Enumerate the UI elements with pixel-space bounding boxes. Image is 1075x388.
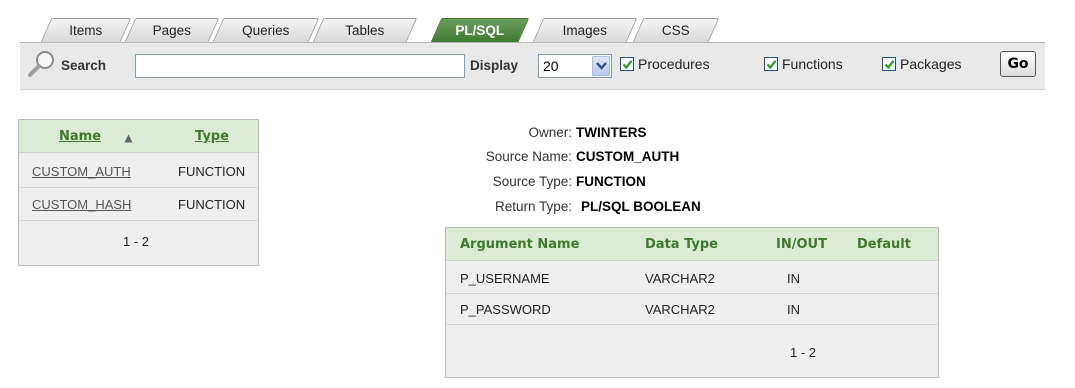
tab-items[interactable]: Items	[40, 18, 132, 42]
data-type-column-header: Data Type	[645, 237, 718, 252]
default-column-header: Default	[857, 237, 911, 252]
return-type-label: Return Type:	[494, 199, 572, 214]
tab-queries[interactable]: Queries	[212, 18, 320, 42]
object-type-cell: FUNCTION	[178, 164, 246, 179]
display-label: Display	[470, 58, 519, 73]
owner-label: Owner:	[528, 125, 572, 140]
owner-value: TWINTERS	[576, 125, 647, 140]
table-row: P_PASSWORD VARCHAR2 IN	[446, 295, 938, 325]
tab-pages-label: Pages	[152, 23, 191, 38]
type-column-header[interactable]: Type	[195, 129, 229, 144]
return-type-value: PL/SQL BOOLEAN	[581, 199, 701, 214]
arguments-pagination: 1 - 2	[790, 345, 817, 360]
source-type-value: FUNCTION	[576, 174, 646, 189]
display-select[interactable]: 20	[538, 54, 612, 78]
procedures-label: Procedures	[638, 56, 710, 72]
data-type-cell: VARCHAR2	[645, 302, 715, 317]
display-select-value: 20	[543, 58, 559, 74]
tab-tables-label: Tables	[345, 23, 385, 38]
checkmark-icon[interactable]	[764, 57, 778, 71]
argument-name-cell: P_USERNAME	[460, 271, 550, 286]
search-bar: Search Display 20 Procedures Functions P…	[20, 42, 1045, 90]
chevron-down-icon[interactable]	[592, 56, 610, 76]
name-column-header[interactable]: Name	[59, 129, 101, 144]
search-label: Search	[61, 58, 107, 73]
data-type-cell: VARCHAR2	[645, 271, 715, 286]
tab-pages[interactable]: Pages	[124, 18, 220, 42]
checkmark-icon[interactable]	[882, 57, 896, 71]
tab-plsql-label: PL/SQL	[455, 23, 505, 38]
in-out-column-header: IN/OUT	[776, 237, 827, 252]
object-type-cell: FUNCTION	[178, 197, 246, 212]
checkmark-icon[interactable]	[620, 57, 634, 71]
object-name-link[interactable]: CUSTOM_HASH	[32, 197, 131, 212]
arguments-report-header: Argument Name Data Type IN/OUT Default	[446, 228, 938, 261]
object-name-link[interactable]: CUSTOM_AUTH	[32, 164, 131, 179]
table-row: P_USERNAME VARCHAR2 IN	[446, 264, 938, 294]
in-out-cell: IN	[787, 271, 800, 286]
sort-ascending-icon	[124, 131, 133, 146]
tab-css-label: CSS	[661, 23, 690, 38]
tab-items-label: Items	[69, 23, 103, 38]
source-type-label: Source Type:	[492, 174, 572, 189]
tab-tables[interactable]: Tables	[312, 18, 418, 42]
arguments-report: Argument Name Data Type IN/OUT Default P…	[445, 227, 939, 378]
argument-name-column-header: Argument Name	[460, 237, 580, 252]
argument-name-cell: P_PASSWORD	[460, 302, 551, 317]
source-name-value: CUSTOM_AUTH	[576, 149, 680, 164]
source-name-label: Source Name:	[485, 149, 572, 164]
tab-css[interactable]: CSS	[632, 18, 720, 42]
search-input[interactable]	[135, 54, 465, 78]
objects-report: Name Type CUSTOM_AUTH FUNCTION CUSTOM_HA…	[18, 119, 259, 266]
table-row: CUSTOM_AUTH FUNCTION	[19, 156, 258, 188]
functions-label: Functions	[782, 56, 843, 72]
objects-report-header: Name Type	[19, 120, 258, 153]
tab-plsql[interactable]: PL/SQL	[430, 18, 530, 42]
tab-queries-label: Queries	[242, 23, 290, 38]
in-out-cell: IN	[787, 302, 800, 317]
search-icon	[26, 49, 58, 79]
tab-images[interactable]: Images	[532, 18, 638, 42]
objects-pagination: 1 - 2	[123, 234, 150, 249]
tab-images-label: Images	[562, 23, 607, 38]
table-row: CUSTOM_HASH FUNCTION	[19, 189, 258, 221]
go-button[interactable]: Go	[1000, 51, 1036, 77]
packages-label: Packages	[900, 56, 962, 72]
